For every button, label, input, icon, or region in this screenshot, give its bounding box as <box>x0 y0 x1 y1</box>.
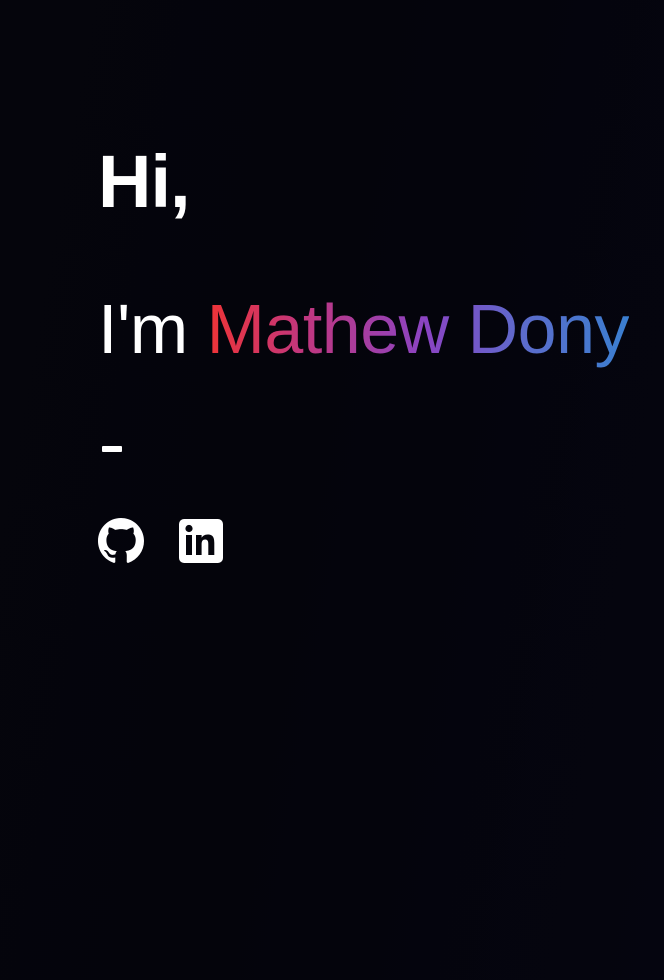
linkedin-link[interactable] <box>178 518 224 564</box>
intro-heading: I'm Mathew Dony <box>98 288 664 370</box>
separator-mark <box>102 446 122 452</box>
greeting-heading: Hi, <box>98 140 191 223</box>
social-links <box>98 518 664 564</box>
separator-dash <box>98 426 664 466</box>
intro-prefix: I'm <box>98 290 188 368</box>
name-text: Mathew Dony <box>206 290 630 368</box>
github-link[interactable] <box>98 518 144 564</box>
hero-section: Hi, I'm Mathew Dony <box>98 138 664 564</box>
linkedin-icon <box>179 519 223 563</box>
github-icon <box>98 518 144 563</box>
